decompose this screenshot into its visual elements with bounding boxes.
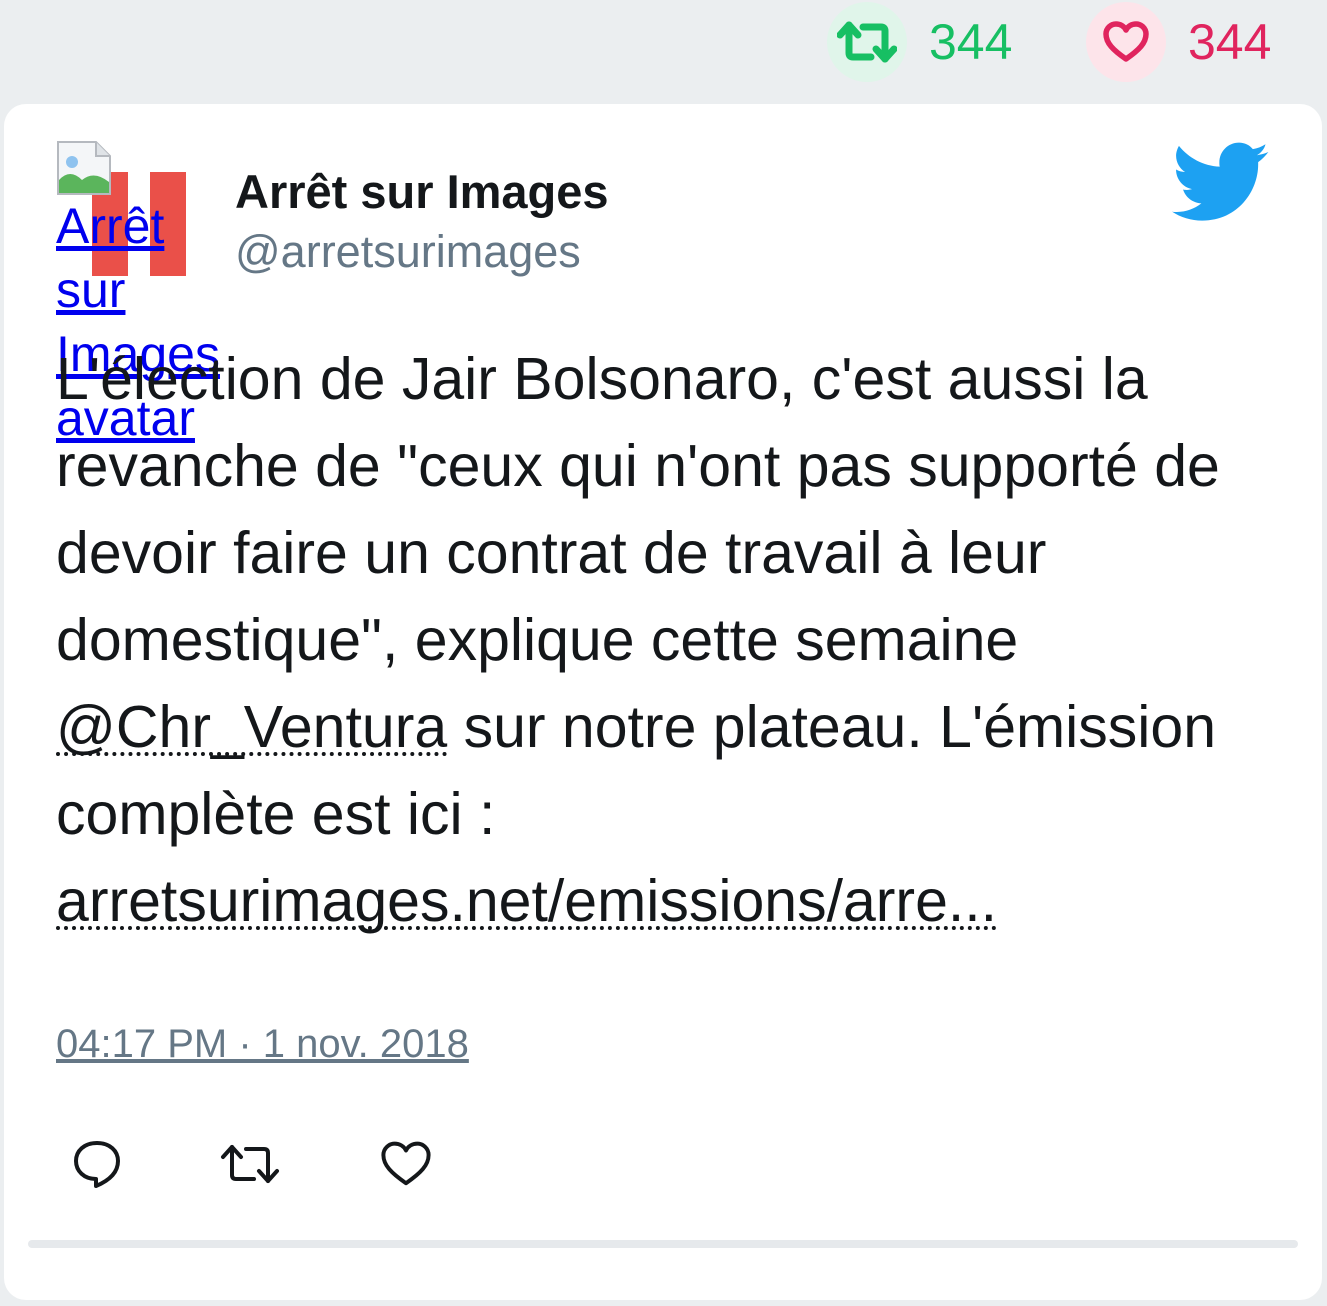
article-link[interactable]: arretsurimages.net/emissions/arre... (56, 872, 998, 931)
reply-icon[interactable] (72, 1139, 122, 1189)
broken-image-icon (57, 141, 111, 195)
retweet-icon[interactable] (218, 1141, 282, 1187)
tweet-timestamp[interactable]: 04:17 PM · 1 nov. 2018 (56, 1022, 469, 1067)
avatar[interactable]: Arrêt sur Images avatar (56, 140, 220, 446)
retweet-stat[interactable]: 344 (827, 0, 1012, 84)
divider (28, 1240, 1298, 1248)
like-button[interactable] (380, 1124, 470, 1204)
twitter-bird-icon[interactable] (1172, 142, 1270, 224)
mention-link[interactable]: @Chr_Ventura (56, 698, 448, 757)
retweet-count: 344 (929, 14, 1013, 70)
tweet-text: L'élection de Jair Bolsonaro, c'est auss… (56, 336, 1286, 945)
heart-icon[interactable] (380, 1140, 432, 1188)
reply-button[interactable] (72, 1124, 162, 1204)
tweet-text-part: L'élection de Jair Bolsonaro, c'est auss… (56, 346, 1220, 673)
author-name[interactable]: Arrêt sur Images (235, 164, 609, 219)
retweet-icon[interactable] (827, 2, 907, 82)
like-stat[interactable]: 344 (1086, 0, 1271, 84)
author-handle[interactable]: @arretsurimages (235, 226, 581, 278)
retweet-button[interactable] (218, 1124, 308, 1204)
tweet-card: Arrêt sur Images avatar Arrêt sur Images… (4, 104, 1322, 1300)
heart-icon[interactable] (1086, 2, 1166, 82)
engagement-summary: 344 344 (0, 0, 1327, 100)
like-count: 344 (1188, 14, 1272, 70)
